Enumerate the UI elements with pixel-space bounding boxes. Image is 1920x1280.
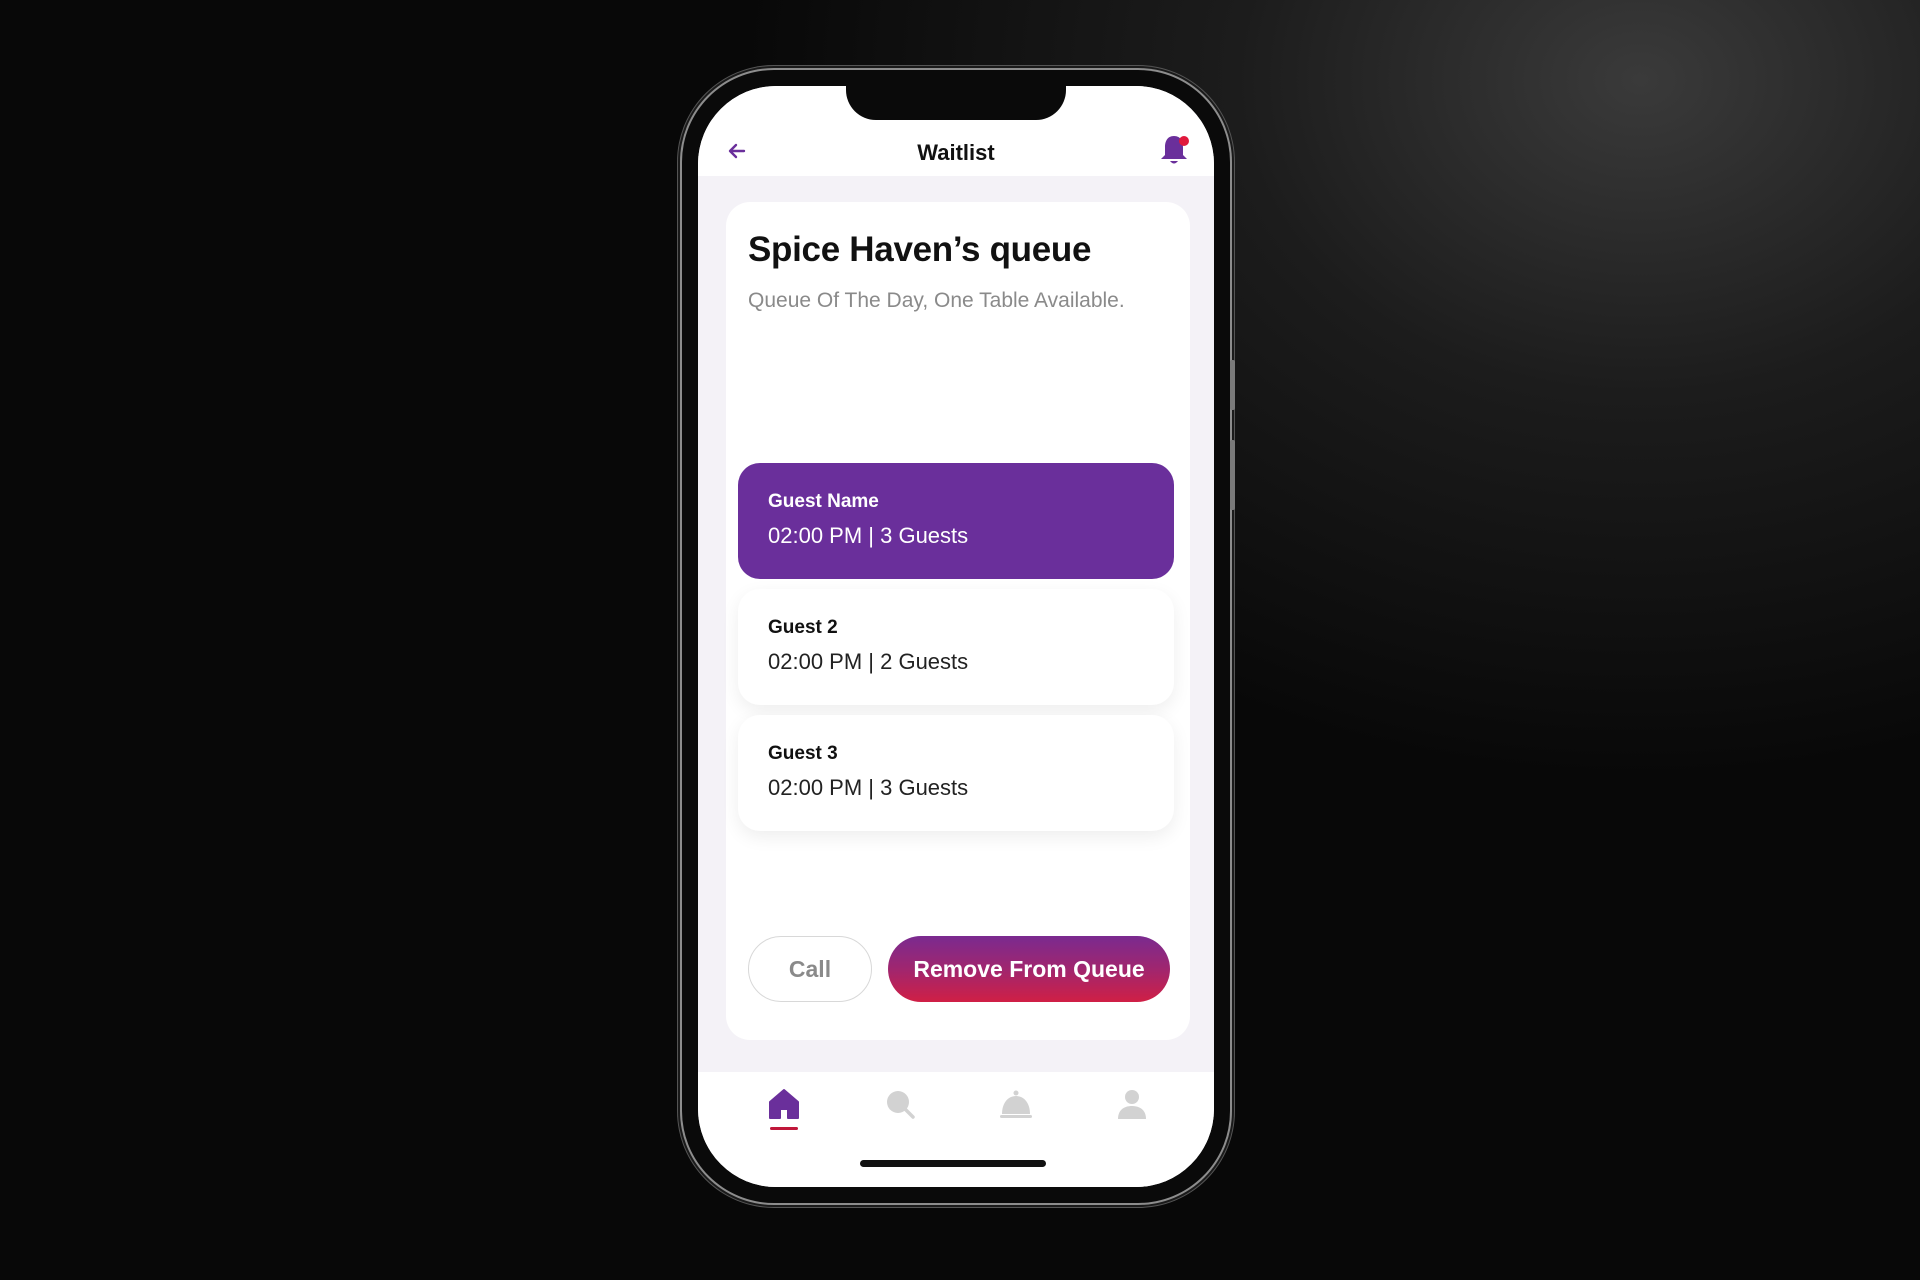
nav-item-search[interactable] (878, 1086, 922, 1134)
home-indicator[interactable] (860, 1160, 1046, 1167)
call-button[interactable]: Call (748, 936, 872, 1002)
phone-side-button (1230, 360, 1235, 410)
nav-item-home[interactable] (762, 1086, 806, 1134)
service-bell-icon (1000, 1090, 1032, 1118)
nav-item-orders[interactable] (994, 1086, 1038, 1134)
page-title: Waitlist (917, 140, 995, 165)
guest-info: 02:00 PM | 3 Guests (768, 775, 969, 800)
guest-item-selected[interactable]: Guest Name 02:00 PM | 3 Guests (738, 463, 1174, 579)
guest-info: 02:00 PM | 3 Guests (768, 523, 969, 548)
active-indicator (770, 1127, 798, 1130)
bell-icon (1161, 136, 1189, 164)
guest-name: Guest 3 (768, 743, 838, 764)
phone-frame: Waitlist Spice Haven’s queue Queue Of Th… (682, 70, 1235, 1203)
guest-item[interactable]: Guest 2 02:00 PM | 2 Guests (738, 589, 1174, 705)
phone-side-button (1230, 440, 1235, 510)
guest-info: 02:00 PM | 2 Guests (768, 649, 969, 674)
guest-name: Guest 2 (768, 617, 838, 638)
phone-notch (846, 86, 1066, 120)
user-icon (1118, 1090, 1146, 1119)
guest-item[interactable]: Guest 3 02:00 PM | 3 Guests (738, 715, 1174, 831)
queue-card: Spice Haven’s queue Queue Of The Day, On… (726, 202, 1190, 1040)
notification-badge (1179, 136, 1189, 146)
queue-title: Spice Haven’s queue (748, 230, 1092, 269)
home-icon (769, 1089, 799, 1119)
app-screen: Waitlist Spice Haven’s queue Queue Of Th… (698, 86, 1214, 1187)
bottom-nav (698, 1072, 1214, 1144)
guest-name: Guest Name (768, 491, 879, 512)
remove-from-queue-button[interactable]: Remove From Queue (888, 936, 1170, 1002)
notifications-button[interactable] (1156, 132, 1192, 168)
search-icon (887, 1091, 915, 1119)
queue-subtitle: Queue Of The Day, One Table Available. (748, 289, 1125, 312)
nav-item-profile[interactable] (1110, 1086, 1154, 1134)
